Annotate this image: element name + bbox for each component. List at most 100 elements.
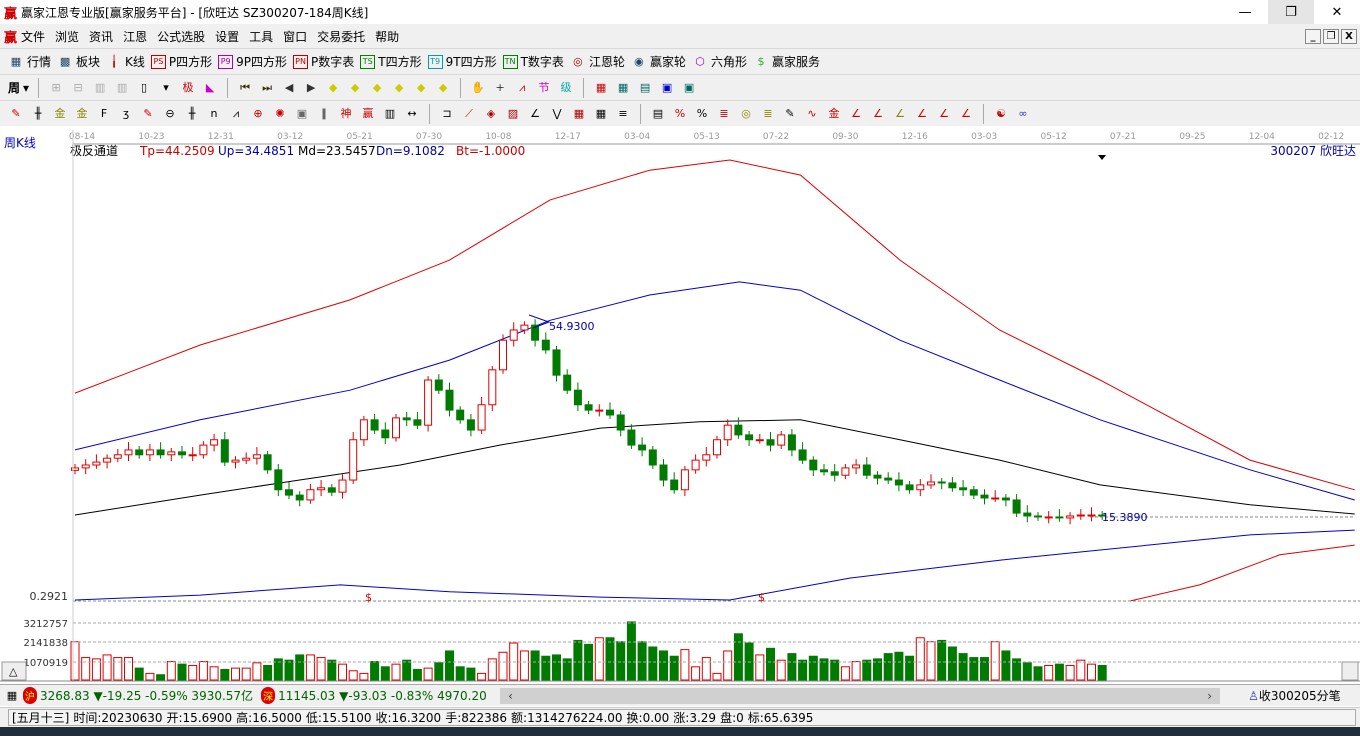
chart-tool-icon-17[interactable]: ◆ [413,80,429,96]
chart-tool-icon-12[interactable]: ▶ [303,80,319,96]
draw-tool-icon-18[interactable]: ↔ [404,106,420,122]
toolbar-button-1[interactable]: ▩ 板块 [57,53,100,70]
chart-tool-icon-5[interactable]: ▾ [158,80,174,96]
draw-tool-icon-1[interactable]: ╫ [30,106,46,122]
menu-4[interactable]: 公式选股 [157,28,205,45]
toolbar-button-11[interactable]: ⬡ 六角形 [692,53,747,70]
quote-table-icon[interactable]: ▦ [4,688,20,704]
draw-tool-icon-25[interactable]: ⋁ [549,106,565,122]
draw-tool-icon-13[interactable]: ▣ [294,106,310,122]
draw-tool-icon-21[interactable]: ⟋ [461,106,477,122]
draw-tool-icon-32[interactable]: % [694,106,710,122]
kline-chart[interactable]: 08-14 10-23 12-31 03-12 05-21 07-30 10-08 12-17… [0,130,1360,684]
toolbar-button-12[interactable]: $ 赢家服务 [753,53,820,70]
chart-tool-icon-18[interactable]: ◆ [435,80,451,96]
chart-tool-icon-29[interactable]: ▣ [659,80,675,96]
draw-tool-icon-22[interactable]: ◈ [483,106,499,122]
draw-tool-icon-26[interactable]: ▦ [571,106,587,122]
chart-tool-icon-27[interactable]: ▦ [615,80,631,96]
draw-tool-icon-28[interactable]: ≡ [615,106,631,122]
draw-tool-icon-2[interactable]: 金 [52,106,68,122]
chart-tool-icon-14[interactable]: ◆ [347,80,363,96]
chart-tool-icon-15[interactable]: ◆ [369,80,385,96]
menu-7[interactable]: 窗口 [283,28,307,45]
scroll-right-icon[interactable]: › [1207,689,1212,703]
draw-tool-icon-39[interactable]: ∠ [848,106,864,122]
draw-tool-icon-23[interactable]: ▨ [505,106,521,122]
chart-tool-icon-9[interactable]: ⏮ [237,80,253,96]
draw-tool-icon-8[interactable]: ╫ [184,106,200,122]
chart-tool-icon-13[interactable]: ◆ [325,80,341,96]
draw-tool-icon-46[interactable]: ☯ [993,106,1009,122]
draw-tool-icon-36[interactable]: ✎ [782,106,798,122]
chart-tool-icon-11[interactable]: ◀ [281,80,297,96]
draw-tool-icon-24[interactable]: ∠ [527,106,543,122]
draw-tool-icon-10[interactable]: ⩘ [228,106,244,122]
draw-tool-icon-4[interactable]: F [96,106,112,122]
toolbar-button-4[interactable]: P9 9P四方形 [218,53,287,70]
draw-tool-icon-15[interactable]: 神 [338,106,354,122]
menu-5[interactable]: 设置 [215,28,239,45]
chart-tool-icon-2[interactable]: ▥ [92,80,108,96]
chart-tool-icon-10[interactable]: ⏭ [259,80,275,96]
toolbar-button-5[interactable]: PN P数字表 [293,53,354,70]
chart-tool-icon-0[interactable]: ⊞ [48,80,64,96]
toolbar-button-2[interactable]: ╽ K线 [106,53,145,70]
toolbar-button-9[interactable]: ◎ 江恩轮 [570,53,625,70]
mdi-restore-button[interactable]: ❐ [1323,28,1339,44]
draw-tool-icon-17[interactable]: ▥ [382,106,398,122]
draw-tool-icon-43[interactable]: ∠ [936,106,952,122]
chart-tool-icon-1[interactable]: ⊟ [70,80,86,96]
chart-tool-icon-26[interactable]: ▦ [593,80,609,96]
chart-tool-icon-4[interactable]: ▯ [136,80,152,96]
close-button[interactable]: ✕ [1314,0,1360,24]
draw-tool-icon-34[interactable]: ◎ [738,106,754,122]
toolbar-button-0[interactable]: ▦ 行情 [8,53,51,70]
menu-0[interactable]: 文件 [21,28,45,45]
draw-tool-icon-5[interactable]: ʒ [118,106,134,122]
chart-tool-icon-23[interactable]: 节 [536,80,552,96]
toolbar-button-10[interactable]: ◉ 赢家轮 [631,53,686,70]
toolbar-button-6[interactable]: TS T四方形 [360,53,422,70]
chart-tool-icon-6[interactable]: 极 [180,80,196,96]
chart-tool-icon-22[interactable]: ⩘ [514,80,530,96]
draw-tool-icon-30[interactable]: ▤ [650,106,666,122]
chart-tool-icon-7[interactable]: ◣ [202,80,218,96]
chart-tool-icon-28[interactable]: ▤ [637,80,653,96]
menu-3[interactable]: 江恩 [123,28,147,45]
draw-tool-icon-42[interactable]: ∠ [914,106,930,122]
chart-svg[interactable]: 08-14 10-23 12-31 03-12 05-21 07-30 10-08 12-17… [0,130,1360,684]
chart-tool-icon-16[interactable]: ◆ [391,80,407,96]
draw-tool-icon-40[interactable]: ∠ [870,106,886,122]
minimize-button[interactable]: — [1222,0,1268,24]
draw-tool-icon-41[interactable]: ∠ [892,106,908,122]
toolbar-button-3[interactable]: PS P四方形 [150,53,212,70]
menu-1[interactable]: 浏览 [55,28,79,45]
menu-9[interactable]: 帮助 [375,28,399,45]
period-select[interactable]: 周 ▾ [8,79,29,96]
draw-tool-icon-37[interactable]: ∿ [804,106,820,122]
draw-tool-icon-33[interactable]: ≣ [716,106,732,122]
draw-tool-icon-35[interactable]: ≣ [760,106,776,122]
draw-tool-icon-11[interactable]: ⊕ [250,106,266,122]
chart-tool-icon-24[interactable]: 级 [558,80,574,96]
draw-tool-icon-0[interactable]: ✎ [8,106,24,122]
menu-8[interactable]: 交易委托 [317,28,365,45]
draw-tool-icon-6[interactable]: ✎ [140,106,156,122]
menu-6[interactable]: 工具 [249,28,273,45]
draw-tool-icon-47[interactable]: ∞ [1015,106,1031,122]
draw-tool-icon-14[interactable]: ∥ [316,106,332,122]
toolbar-button-7[interactable]: T9 9T四方形 [427,53,497,70]
draw-tool-icon-3[interactable]: 金 [74,106,90,122]
draw-tool-icon-16[interactable]: 赢 [360,106,376,122]
scroll-left-icon[interactable]: ‹ [508,689,513,703]
chart-tool-icon-20[interactable]: ✋ [470,80,486,96]
chart-tool-icon-3[interactable]: ▥ [114,80,130,96]
draw-tool-icon-7[interactable]: ⊖ [162,106,178,122]
collapse-pane-button[interactable] [1341,661,1359,681]
mdi-close-button[interactable]: X [1341,28,1357,44]
chart-tool-icon-21[interactable]: + [492,80,508,96]
mdi-minimize-button[interactable]: _ [1305,28,1321,44]
horizontal-scrollbar[interactable]: ‹ › [500,687,1221,704]
draw-tool-icon-9[interactable]: n [206,106,222,122]
